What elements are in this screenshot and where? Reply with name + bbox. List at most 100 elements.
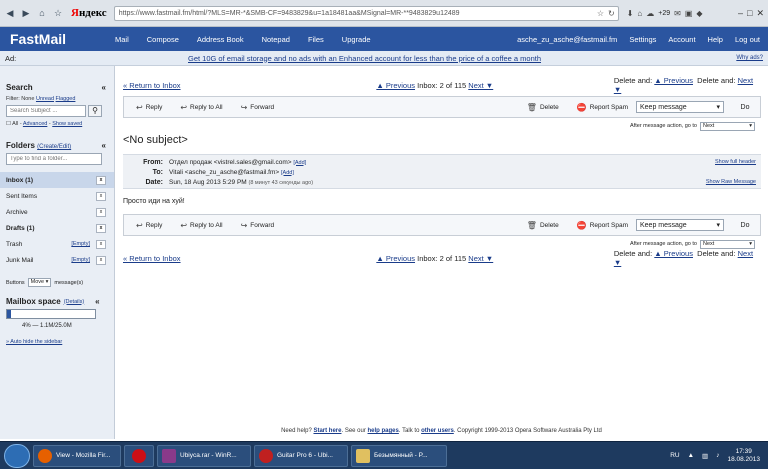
other-users-link[interactable]: other users [421,428,454,434]
folder-close-icon[interactable]: x [96,175,106,185]
folder-close-icon[interactable]: x [96,207,106,217]
filter-flagged-link[interactable]: Flagged [56,96,76,102]
help-pages-link[interactable]: help pages [368,428,399,434]
search-icon[interactable]: ⚲ [88,105,102,117]
start-here-link[interactable]: Start here [313,428,341,434]
close-icon[interactable]: ✕ [756,8,764,19]
nav-account[interactable]: Account [668,35,695,44]
add-from-contact-link[interactable]: [Add] [293,160,306,166]
return-to-inbox-link[interactable]: « Return to Inbox [123,254,376,263]
nav-help[interactable]: Help [708,35,723,44]
forward-button[interactable]: ↪ Forward [241,221,275,230]
task-winrar[interactable]: Ubiycа.rar - WinR... [157,444,251,467]
collapse-search-icon[interactable]: « [102,83,106,92]
show-saved-link[interactable]: Show saved [52,121,82,127]
report-spam-button[interactable]: ⛔ Report Spam [577,103,628,112]
nav-upgrade[interactable]: Upgrade [342,35,371,44]
advanced-search-link[interactable]: Advanced [23,121,47,127]
language-indicator[interactable]: RU [670,452,679,459]
after-action-select[interactable]: Next ▾ [700,239,755,249]
folder-archive[interactable]: Archive x [0,204,114,220]
reply-all-button[interactable]: ↩ Reply to All [180,103,222,112]
address-bar[interactable]: https://www.fastmail.fm/html/?MLS=MR-*&S… [113,5,619,21]
home-toolbar-icon[interactable]: ⌂ [637,9,642,18]
delete-button[interactable]: 🗑 Delete [527,221,559,230]
task-firefox[interactable]: View - Mozilla Fir... [33,444,121,467]
previous-message-link[interactable]: ▲ Previous [376,254,415,263]
bookmark-icon[interactable]: ☆ [52,7,64,19]
report-spam-button[interactable]: ⛔ Report Spam [577,221,628,230]
create-edit-folders-link[interactable]: (Create/Edit) [37,144,71,150]
start-button[interactable] [4,443,30,468]
fastmail-logo[interactable]: FastMail [0,31,115,47]
next-message-link[interactable]: Next ▼ [468,254,493,263]
show-raw-message-link[interactable]: Show Raw Message [706,179,761,185]
nav-mail[interactable]: Mail [115,35,129,44]
network-icon[interactable]: ▥ [702,452,708,460]
all-checkbox[interactable]: ☐ [6,121,11,127]
task-guitar-pro[interactable]: Guitar Pro 6 - Ubi... [254,444,348,467]
folder-close-icon[interactable]: x [96,191,106,201]
nav-notepad[interactable]: Notepad [262,35,290,44]
download-icon[interactable]: ⬇ [627,9,634,18]
message-action-select[interactable]: Keep message ▾ [636,101,724,113]
show-full-header-link[interactable]: Show full header [715,159,761,165]
after-action-select[interactable]: Next ▾ [700,121,755,131]
delete-and-previous-link[interactable]: ▲ Previous [654,76,693,85]
add-to-contact-link[interactable]: [Add] [281,170,294,176]
clock[interactable]: 17:39 18.08.2013 [727,448,760,464]
yandex-logo[interactable]: Яндекс [71,7,107,19]
task-paint[interactable]: Безымянный - P... [351,444,447,467]
collapse-folders-icon[interactable]: « [102,141,106,150]
space-details-link[interactable]: (Details) [64,299,84,305]
forward-button[interactable]: ↪ Forward [241,103,275,112]
star-icon[interactable]: ☆ [597,7,604,20]
folder-sent-items[interactable]: Sent Items x [0,188,114,204]
ad-link[interactable]: Get 10G of email storage and no ads with… [188,54,541,63]
folder-trash[interactable]: Trash [Empty] x [0,236,114,252]
nav-address-book[interactable]: Address Book [197,35,244,44]
folder-search-input[interactable] [6,153,102,165]
search-input[interactable] [6,105,86,117]
reload-icon[interactable]: ↻ [608,7,615,20]
nav-settings[interactable]: Settings [629,35,656,44]
collapse-space-icon[interactable]: « [95,297,99,306]
folder-junk-mail[interactable]: Junk Mail [Empty] x [0,252,114,268]
do-button[interactable]: Do [734,104,756,111]
return-to-inbox-link[interactable]: « Return to Inbox [123,81,376,90]
do-button[interactable]: Do [734,222,756,229]
reply-button[interactable]: ↩ Reply [136,103,162,112]
folder-close-icon[interactable]: x [96,255,106,265]
auto-hide-sidebar-link[interactable]: » Auto hide the sidebar [6,339,114,345]
maximize-icon[interactable]: □ [747,8,752,19]
forward-icon[interactable]: ▶ [20,7,32,19]
nav-compose[interactable]: Compose [147,35,179,44]
buttons-select[interactable]: Move ▾ [27,278,52,287]
reply-button[interactable]: ↩ Reply [136,221,162,230]
folder-close-icon[interactable]: x [96,239,106,249]
nav-logout[interactable]: Log out [735,35,760,44]
tray-up-icon[interactable]: ▲ [688,452,694,459]
volume-icon[interactable]: ♪ [716,452,719,459]
empty-trash-link[interactable]: [Empty] [71,241,90,247]
message-action-select[interactable]: Keep message ▾ [636,219,724,231]
next-message-link[interactable]: Next ▼ [468,81,493,90]
extension-icon[interactable]: ◆ [696,9,702,18]
nav-files[interactable]: Files [308,35,324,44]
delete-and-previous-link[interactable]: ▲ Previous [654,249,693,258]
vk-icon[interactable]: ▣ [685,9,693,18]
delete-button[interactable]: 🗑 Delete [527,103,559,112]
mail-icon[interactable]: ✉ [674,9,681,18]
reply-all-button[interactable]: ↩ Reply to All [180,221,222,230]
home-icon[interactable]: ⌂ [36,7,48,19]
empty-junk-link[interactable]: [Empty] [71,257,90,263]
folder-drafts[interactable]: Drafts (1) x [0,220,114,236]
back-icon[interactable]: ◀ [4,7,16,19]
filter-unread-link[interactable]: Unread [36,96,54,102]
task-opera[interactable] [124,444,154,467]
why-ads-link[interactable]: Why ads? [736,55,768,61]
folder-inbox[interactable]: Inbox (1) x [0,172,114,188]
previous-message-link[interactable]: ▲ Previous [376,81,415,90]
minimize-icon[interactable]: – [738,8,743,19]
folder-close-icon[interactable]: x [96,223,106,233]
